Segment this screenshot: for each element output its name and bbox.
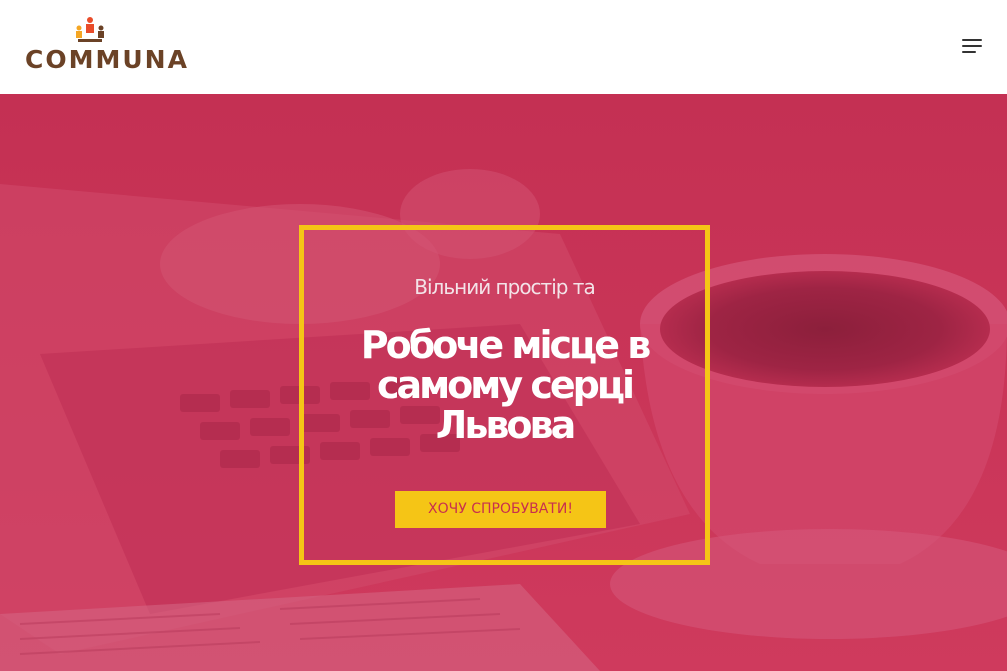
hero-section: Вільний простір та Робоче місце в самому… xyxy=(0,94,1007,671)
logo-figures-icon xyxy=(76,17,104,42)
hero-title: Робоче місце в самому серці Львова xyxy=(360,323,652,447)
logo-text: COMMUNA xyxy=(25,45,189,74)
hero-subtitle: Вільний простір та xyxy=(414,275,595,299)
hamburger-menu-icon[interactable] xyxy=(960,37,984,55)
hero-frame: Вільний простір та Робоче місце в самому… xyxy=(299,225,710,565)
site-header: COMMUNA xyxy=(0,0,1007,94)
try-it-button[interactable]: ХОЧУ СПРОБУВАТИ! xyxy=(395,491,606,528)
communa-logo[interactable]: COMMUNA xyxy=(25,16,187,74)
